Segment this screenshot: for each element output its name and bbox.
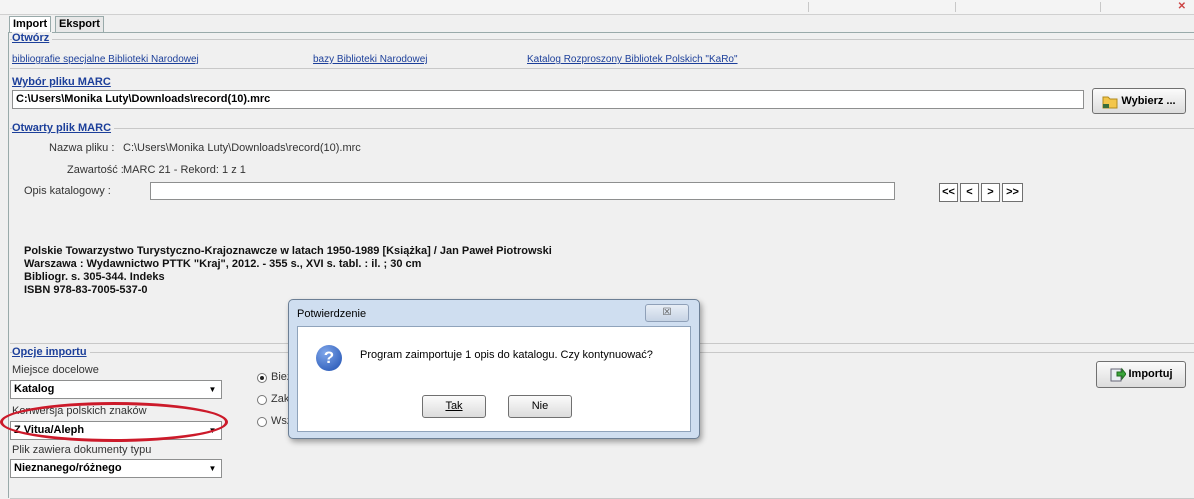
record-description-line: Polskie Towarzystwo Turystyczno-Krajozna… [24, 245, 552, 257]
toolbar-separator [955, 2, 956, 12]
yes-button[interactable]: Tak [422, 395, 486, 418]
toolbar-separator [1100, 2, 1101, 12]
dialog-body: ? Program zaimportuje 1 opis do katalogu… [297, 326, 691, 432]
confirmation-dialog: Potwierdzenie ☒ ? Program zaimportuje 1 … [288, 299, 700, 439]
no-button[interactable]: Nie [508, 395, 572, 418]
tab-import[interactable]: Import [9, 16, 52, 32]
import-button[interactable]: Importuj [1096, 361, 1186, 388]
link-karo[interactable]: Katalog Rozproszony Bibliotek Polskich "… [527, 54, 738, 65]
file-name-value: C:\Users\Monika Luty\Downloads\record(10… [123, 142, 361, 154]
record-description-line: Bibliogr. s. 305-344. Indeks [24, 271, 165, 283]
scope-radio-all[interactable] [257, 417, 267, 427]
dialog-title: Potwierdzenie [297, 308, 367, 320]
dialog-message: Program zaimportuje 1 opis do katalogu. … [360, 349, 653, 361]
next-record-button[interactable]: > [981, 183, 1000, 202]
target-select[interactable]: Katalog ▼ [10, 380, 222, 399]
prev-record-button[interactable]: < [960, 183, 979, 202]
scope-radio-range[interactable] [257, 395, 267, 405]
tab-eksport[interactable]: Eksport [55, 16, 104, 32]
doctype-select[interactable]: Nieznanego/różnego ▼ [10, 459, 222, 478]
question-icon: ? [316, 345, 342, 371]
close-icon[interactable]: ☒ [645, 304, 689, 322]
chevron-down-icon: ▼ [208, 385, 217, 394]
choose-file-label: Wybierz ... [1121, 95, 1176, 107]
window-top-strip: ✕ [0, 0, 1194, 15]
open-group-title: Otwórz [12, 32, 53, 44]
folder-icon [1102, 93, 1118, 109]
first-record-button[interactable]: << [939, 183, 958, 202]
choose-file-button[interactable]: Wybierz ... [1092, 88, 1186, 114]
content-label: Zawartość : [67, 164, 124, 176]
toolbar-separator [808, 2, 809, 12]
target-label: Miejsce docelowe [12, 364, 99, 376]
no-button-label: Nie [531, 400, 549, 412]
target-select-value: Katalog [14, 383, 55, 395]
last-record-button[interactable]: >> [1002, 183, 1023, 202]
yes-button-label: Tak [445, 400, 463, 412]
import-options-title: Opcje importu [12, 346, 90, 358]
import-icon [1110, 366, 1127, 382]
import-button-label: Importuj [1128, 368, 1173, 380]
file-select-title: Wybór pliku MARC [12, 76, 114, 88]
opened-file-title: Otwarty plik MARC [12, 122, 115, 134]
doctype-label: Plik zawiera dokumenty typu [12, 444, 152, 456]
link-bazy[interactable]: bazy Biblioteki Narodowej [313, 54, 428, 65]
scope-radio-current[interactable] [257, 373, 267, 383]
highlight-circle [0, 402, 228, 442]
file-name-label: Nazwa pliku : [49, 142, 115, 154]
content-value: MARC 21 - Rekord: 1 z 1 [123, 164, 246, 176]
link-bibliografie[interactable]: bibliografie specjalne Biblioteki Narodo… [12, 54, 199, 65]
catalog-desc-label: Opis katalogowy : [24, 185, 111, 197]
close-icon[interactable]: ✕ [1178, 1, 1186, 12]
record-description-line: Warszawa : Wydawnictwo PTTK "Kraj", 2012… [24, 258, 422, 270]
record-description-line: ISBN 978-83-7005-537-0 [24, 284, 148, 296]
doctype-select-value: Nieznanego/różnego [14, 462, 122, 474]
file-path-input[interactable]: C:\Users\Monika Luty\Downloads\record(10… [12, 90, 1084, 109]
chevron-down-icon: ▼ [208, 464, 217, 473]
record-scrollbar[interactable] [150, 182, 895, 200]
